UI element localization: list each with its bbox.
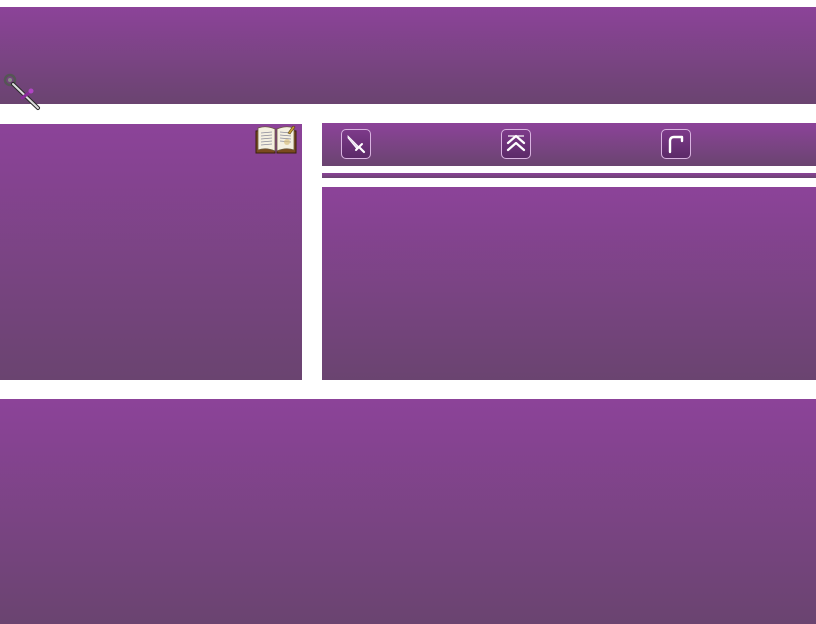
spellbook-icon[interactable] xyxy=(254,123,298,155)
bottom-panel xyxy=(0,399,816,624)
sword-button[interactable] xyxy=(341,129,371,159)
staff-icon xyxy=(3,73,40,110)
top-panel xyxy=(0,7,816,104)
divider xyxy=(0,395,816,398)
return-arrow-icon xyxy=(668,135,684,154)
divider xyxy=(322,181,816,184)
sword-icon xyxy=(347,135,366,154)
ascend-button[interactable] xyxy=(501,129,531,159)
toolbar-strip xyxy=(322,173,816,178)
left-panel xyxy=(0,124,302,380)
divider xyxy=(0,2,816,5)
divider xyxy=(0,105,816,108)
right-panel xyxy=(322,187,816,380)
divider xyxy=(0,114,816,117)
divider xyxy=(322,381,816,384)
return-button[interactable] xyxy=(661,129,691,159)
toolbar xyxy=(322,123,816,166)
divider xyxy=(322,168,816,171)
divider xyxy=(0,389,816,392)
divider xyxy=(0,381,302,384)
double-chevron-up-icon xyxy=(506,134,526,152)
divider xyxy=(322,118,816,121)
